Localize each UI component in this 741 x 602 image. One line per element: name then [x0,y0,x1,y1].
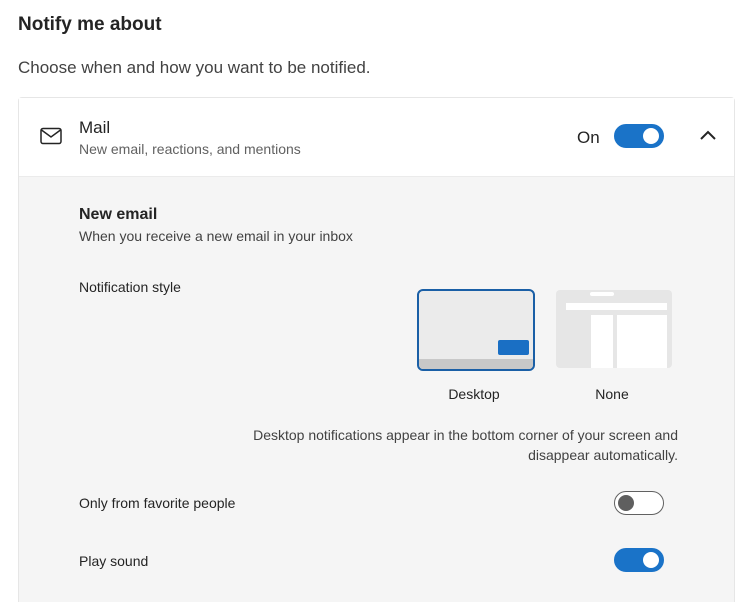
play-sound-toggle[interactable] [614,548,664,572]
window-bar-preview [566,303,667,310]
mail-card-header[interactable]: Mail New email, reactions, and mentions … [19,98,734,177]
mail-title: Mail [79,118,111,137]
none-option-label: None [595,386,629,402]
mail-description: New email, reactions, and mentions [79,141,301,157]
toast-preview [498,340,529,355]
new-email-title: New email [79,206,158,223]
favorite-people-toggle[interactable] [614,491,664,515]
page-subtitle: Choose when and how you want to be notif… [18,58,371,77]
toggle-knob [643,552,659,568]
window-title-preview [590,292,614,296]
desktop-style-option[interactable] [417,289,535,371]
chevron-up-icon[interactable] [698,128,718,142]
page-title: Notify me about [18,14,162,35]
notification-style-info: Desktop notifications appear in the bott… [253,427,678,463]
notification-settings-page: Notify me about Choose when and how you … [0,0,741,602]
notification-style-label: Notification style [79,279,181,295]
toggle-knob [618,495,634,511]
mail-toggle[interactable] [614,124,664,148]
toggle-knob [643,128,659,144]
play-sound-label: Play sound [79,553,149,569]
mail-status-label: On [577,128,600,147]
taskbar-preview [419,359,533,369]
new-email-description: When you receive a new email in your inb… [79,228,353,244]
none-style-option[interactable] [556,290,672,368]
favorite-people-label: Only from favorite people [79,495,236,511]
window-content-preview [617,315,667,368]
mail-icon [40,127,62,145]
desktop-option-label: Desktop [448,386,500,402]
mail-notification-card: Mail New email, reactions, and mentions … [18,97,735,602]
window-pane-preview [591,315,613,368]
